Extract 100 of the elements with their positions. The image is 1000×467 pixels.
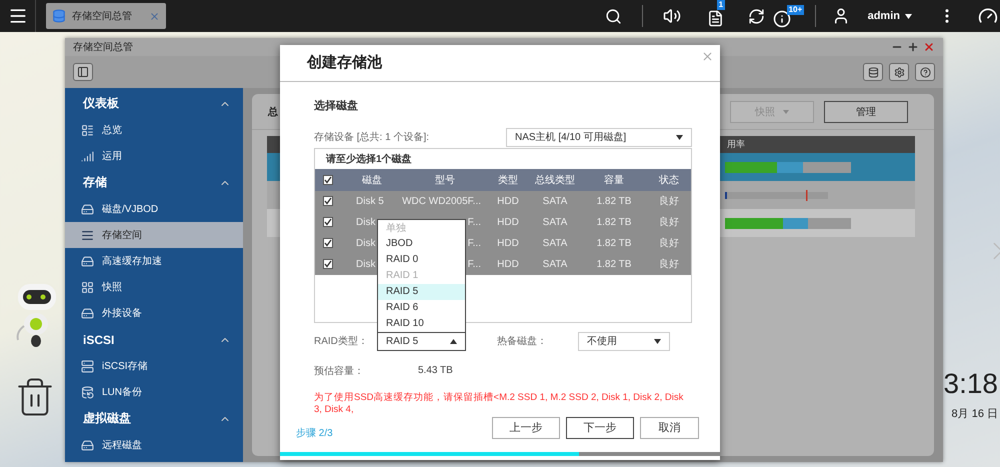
sidebar-item[interactable]: LUN备份 [65, 379, 243, 405]
server-icon [81, 360, 94, 372]
table-cell: SATA [542, 258, 568, 270]
column-header: 状态 [659, 174, 679, 187]
table-cell: F... [468, 216, 481, 228]
table-cell: 1.82 TB [596, 258, 632, 270]
column-header: 类型 [498, 174, 518, 187]
checkbox[interactable] [323, 217, 333, 228]
caret-icon [654, 338, 661, 344]
caret-icon [905, 14, 912, 18]
section-header[interactable]: 存储 [65, 169, 243, 196]
settings-button[interactable] [889, 63, 909, 81]
caret-icon [450, 338, 457, 344]
sidebar-item[interactable]: 外接设备 [65, 300, 243, 326]
signal-icon [81, 150, 94, 162]
toolbar-button[interactable]: 管理 [824, 100, 908, 122]
device-select[interactable]: NAS主机 [4/10 可用磁盘] [506, 128, 692, 147]
caret-icon [783, 110, 789, 114]
help-icon [920, 66, 930, 78]
table-cell: SATA [542, 238, 568, 249]
spare-select[interactable]: 不使用 [578, 332, 670, 351]
table-cell: 1.82 TB [596, 196, 632, 207]
sidebar-toggle-button[interactable] [73, 63, 93, 81]
drive-icon [81, 438, 94, 452]
raid-select[interactable]: RAID 5 [377, 332, 466, 351]
notes-icon[interactable] [706, 10, 724, 27]
sidebar-item[interactable]: 远程磁盘 [65, 432, 243, 458]
table-cell: HDD [497, 196, 519, 207]
field-label: RAID类型： [314, 334, 369, 348]
table-cell: SATA [542, 196, 568, 207]
sync-icon[interactable] [748, 8, 765, 24]
table-cell-text: 良好 [659, 236, 679, 250]
dialog-button[interactable]: 取消 [640, 416, 699, 439]
tab-label[interactable]: 总 [268, 104, 278, 118]
info-icon[interactable] [772, 10, 791, 28]
section-header[interactable]: 虚拟磁盘 [65, 405, 243, 432]
sidebar-item[interactable]: 运用 [65, 143, 243, 169]
table-cell: HDD [497, 258, 519, 270]
table-cell: Disk [356, 258, 376, 270]
count-badge: 1 [716, 0, 726, 10]
table-cell: 1.82 TB [596, 216, 632, 228]
section-header[interactable]: iSCSI [65, 326, 243, 353]
speaker-icon[interactable] [662, 7, 681, 25]
item-label: 外接设备 [102, 306, 142, 320]
panel-icon [77, 66, 89, 78]
table-cell: Disk [356, 238, 376, 249]
sidebar-item[interactable]: 高速缓存加速 [65, 248, 243, 274]
item-label: 运用 [102, 150, 122, 163]
sidebar-item[interactable]: 存储空间 [65, 222, 243, 248]
item-label: 总览 [102, 124, 122, 137]
sidebar-item[interactable]: 总览 [65, 117, 243, 143]
item-label: 磁盘/VJBOD [102, 203, 158, 216]
sidebar-item[interactable]: iSCSI存储 [65, 353, 243, 379]
list-icon [81, 124, 94, 136]
dialog-button[interactable]: 下一步 [566, 416, 634, 439]
warning-text: 为了使用SSD高速缓存功能，请保留插槽<M.2 SSD 1, M.2 SSD 2, Disk 1, Disk 2, Disk 3, Disk 4, [314, 392, 684, 416]
item-label: 高速缓存加速 [102, 254, 162, 268]
storage-button[interactable] [863, 63, 883, 81]
dropdown-option[interactable]: RAID 5 [378, 284, 465, 300]
window-title: 存储空间总管 [73, 40, 133, 54]
clock-date: 8月 16 日 [952, 407, 998, 421]
tab-label: 存储空间总管 [72, 10, 132, 23]
table-cell: F... [468, 238, 481, 249]
section-title: 选择磁盘 [314, 98, 359, 113]
sidebar-item[interactable]: 快照 [65, 274, 243, 300]
dialog-button[interactable]: 上一步 [492, 416, 560, 439]
column-header: 总线类型 [535, 174, 575, 187]
checkbox[interactable] [323, 196, 333, 206]
column-header: 容量 [604, 174, 624, 187]
table-cell-text: 良好 [659, 194, 679, 208]
column-header: 磁盘 [362, 174, 382, 187]
section-header[interactable]: 仪表板 [65, 90, 243, 117]
checkbox[interactable] [323, 174, 333, 185]
item-label: iSCSI存储 [102, 360, 148, 373]
caret-icon [676, 134, 683, 140]
field-label: 存储设备 [总共: 1 个设备]: [314, 130, 430, 144]
drive-icon [81, 254, 94, 268]
table-hint: 请至少选择1个磁盘 [324, 152, 413, 167]
database-icon [81, 386, 94, 398]
database-icon [868, 66, 878, 78]
field-label: 预估容量： [314, 364, 365, 378]
item-label: 存储空间 [102, 228, 142, 242]
help-button[interactable] [915, 63, 935, 81]
table-cell: F... [468, 258, 481, 270]
app-tab[interactable]: 存储空间总管 [46, 3, 166, 29]
clock-time: 3:18 [944, 368, 998, 400]
checkbox[interactable] [323, 238, 333, 248]
field-label: 热备磁盘： [497, 335, 548, 348]
table-cell: SATA [542, 216, 568, 228]
search-icon[interactable] [604, 8, 622, 24]
maximize-icon[interactable] [907, 41, 919, 53]
checkbox[interactable] [323, 259, 333, 270]
settings-icon [894, 66, 904, 78]
user-menu[interactable]: admin [868, 10, 912, 22]
table-cell-text: 良好 [659, 258, 679, 272]
step-indicator: 步骤 2/3 [296, 426, 333, 440]
grid-icon [81, 280, 94, 294]
item-label: 远程磁盘 [102, 439, 142, 452]
sidebar-item[interactable]: 磁盘/VJBOD [65, 196, 243, 222]
capacity-value: 5.43 TB [418, 365, 453, 376]
